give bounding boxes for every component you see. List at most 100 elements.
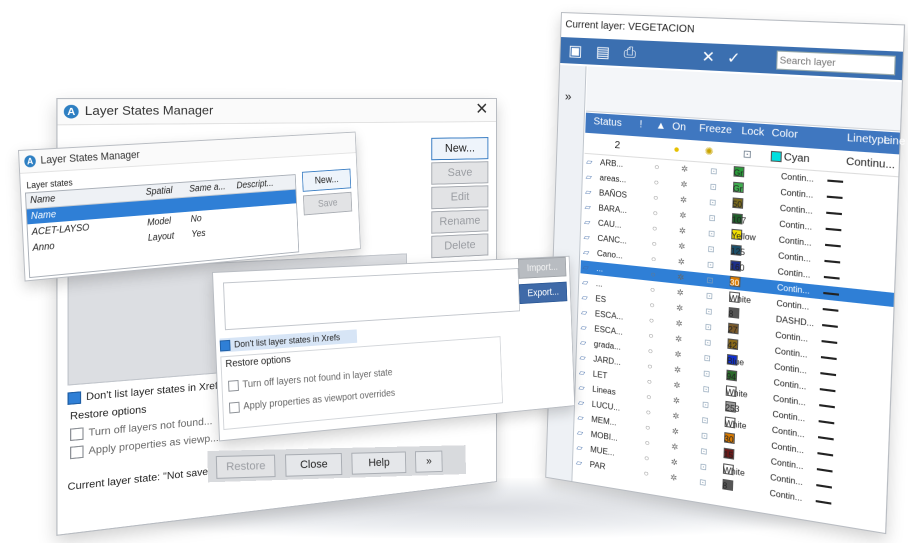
layer-name[interactable]: ES [595,292,606,306]
lineweight-icon[interactable] [816,468,833,473]
sun-icon[interactable]: ✲ [679,224,686,238]
layer-0-linetype[interactable]: Continu... [846,153,896,176]
sun-icon[interactable]: ✲ [670,471,677,485]
bulb-icon[interactable]: ○ [654,160,659,174]
bulb-icon[interactable]: ○ [650,268,655,282]
save-button[interactable]: Save [431,161,489,185]
layer-name[interactable]: CANC... [597,232,627,248]
state-description-area[interactable] [222,268,520,331]
layer-linetype[interactable]: Contin... [779,217,812,234]
layer-linetype[interactable]: Contin... [781,170,814,186]
col-freeze[interactable]: Freeze [699,123,732,137]
sun-icon[interactable]: ✲ [671,455,678,469]
lineweight-icon[interactable] [826,195,843,200]
set-current-icon[interactable]: ✓ [727,48,741,67]
new-button[interactable]: New... [301,168,352,192]
layer-name[interactable]: ARB... [600,156,624,171]
close-icon[interactable]: ✕ [475,99,488,121]
lock-icon[interactable]: ⊡ [710,180,718,194]
layer-name[interactable]: MOBI... [591,428,618,445]
lineweight-icon[interactable] [820,356,837,361]
layer-linetype[interactable]: Contin... [776,297,809,314]
import-button[interactable]: Import... [517,256,567,279]
col-lock[interactable]: Lock [741,126,764,139]
export-button[interactable]: Export... [518,281,568,305]
col-name[interactable]: Name [30,192,56,209]
bulb-icon[interactable]: ○ [649,313,654,327]
lock-icon[interactable]: ⊡ [706,289,714,303]
bulb-icon[interactable]: ○ [652,222,657,236]
lock-icon[interactable]: ⊡ [708,211,716,225]
lock-icon[interactable]: ⊡ [704,336,712,350]
lock-icon[interactable]: ⊡ [701,413,709,427]
layer-linetype[interactable]: Contin... [773,392,806,410]
bulb-icon[interactable]: ○ [653,191,658,205]
lineweight-icon[interactable] [820,372,837,377]
layer-name[interactable]: MEM... [591,413,617,430]
sun-icon[interactable]: ✲ [678,255,685,269]
restore-button[interactable]: Restore [215,454,276,479]
layer-name[interactable]: areas... [599,171,626,186]
layer-linetype[interactable]: Contin... [774,344,808,362]
col-on[interactable]: On [672,121,686,133]
bulb-icon[interactable]: ○ [643,466,649,480]
bulb-icon[interactable]: ○ [646,405,651,419]
col-bang[interactable]: ! [639,119,642,130]
lineweight-icon[interactable] [822,307,839,312]
layer-linetype[interactable]: Contin... [775,328,808,346]
save-button[interactable]: Save [302,191,353,216]
col-sort[interactable]: ▲ [656,120,667,132]
layer-states-icon[interactable]: ⎙ [624,44,637,62]
sun-icon[interactable]: ✲ [681,162,688,176]
expand-filter-icon[interactable]: » [565,89,572,103]
bulb-icon[interactable]: ○ [648,344,653,358]
bulb-icon[interactable]: ○ [645,436,650,450]
lineweight-icon[interactable] [825,243,841,248]
expand-button[interactable]: » [414,450,443,473]
layer-name[interactable]: CAU... [598,217,622,232]
lineweight-icon[interactable] [819,404,835,409]
bulb-icon[interactable]: ○ [650,283,655,297]
layer-linetype[interactable]: Contin... [769,486,802,505]
layer-name[interactable]: JARD... [593,352,621,369]
layer-name[interactable]: Cano... [597,247,623,263]
sun-icon[interactable]: ✲ [674,347,681,361]
lock-icon[interactable]: ⊡ [700,444,708,459]
lock-icon[interactable]: ⊡ [708,227,716,241]
lineweight-icon[interactable] [823,291,840,296]
bulb-icon[interactable]: ○ [647,359,652,373]
bulb-icon[interactable]: ○ [651,237,657,251]
lineweight-icon[interactable] [822,323,838,328]
layer-name[interactable]: ESCA... [595,307,624,323]
new-vp-layer-icon[interactable]: ▤ [596,43,611,62]
layer-name[interactable]: ... [596,262,603,276]
layer-linetype[interactable]: Contin... [778,249,811,266]
bulb-icon[interactable]: ○ [651,252,656,266]
bulb-icon[interactable]: ○ [653,206,658,220]
lineweight-icon[interactable] [826,211,842,216]
sun-icon[interactable]: ✺ [704,143,713,162]
lock-icon[interactable]: ⊡ [705,304,713,318]
bulb-icon[interactable]: ○ [649,298,654,312]
col-spatial[interactable]: Spatial [145,183,172,199]
lock-icon[interactable]: ⊡ [703,367,711,381]
turn-off-layers-checkbox[interactable]: Turn off layers not found in layer state [228,368,393,392]
lock-icon[interactable]: ⊡ [705,320,713,334]
delete-button[interactable]: Delete [431,233,489,259]
rename-button[interactable]: Rename [431,209,489,234]
bulb-icon[interactable]: ○ [647,375,652,389]
lineweight-icon[interactable] [815,500,832,505]
bulb-icon[interactable]: ○ [654,175,659,189]
lineweight-icon[interactable] [818,420,835,425]
lock-icon[interactable]: ⊡ [742,146,752,166]
sun-icon[interactable]: ✲ [673,394,680,408]
lineweight-icon[interactable] [818,436,834,441]
lock-icon[interactable]: ⊡ [710,164,718,178]
layer-name[interactable]: Lineas [592,383,616,399]
lineweight-icon[interactable] [827,179,844,183]
layer-name[interactable]: MUE... [590,443,615,460]
lock-icon[interactable]: ⊡ [701,429,709,443]
layer-name[interactable]: ... [596,277,603,291]
sun-icon[interactable]: ✲ [677,286,684,300]
lock-icon[interactable]: ⊡ [702,382,710,396]
